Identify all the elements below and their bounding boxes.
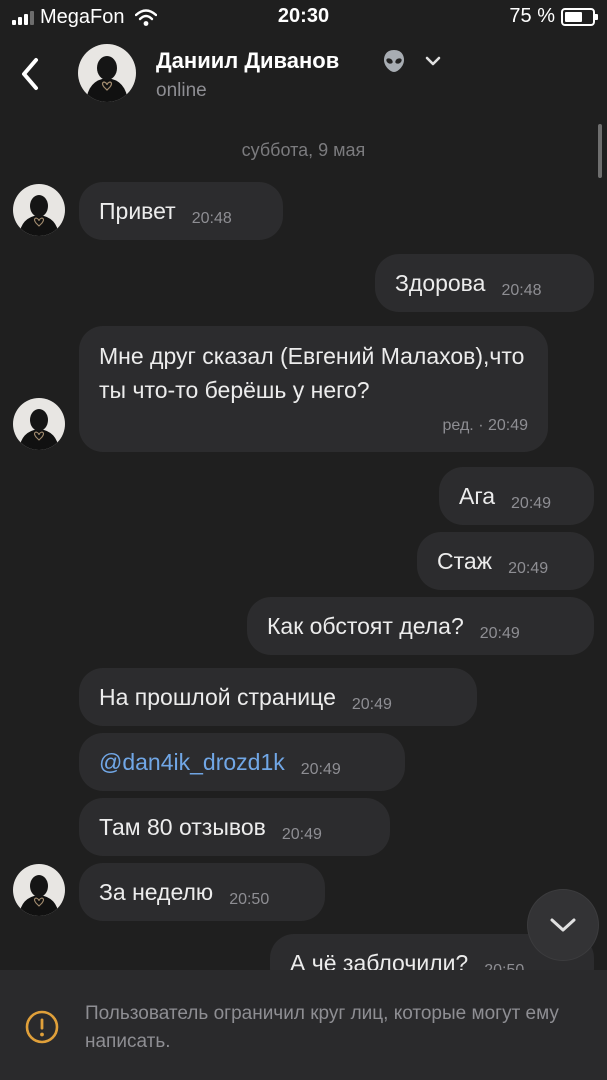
battery-icon: [561, 7, 598, 26]
message-text: Здорова: [395, 270, 486, 296]
message-time: 20:49: [281, 826, 322, 843]
contact-name[interactable]: Даниил Диванов: [156, 48, 339, 74]
message-text: Привет: [99, 198, 176, 224]
messaging-restricted-banner: Пользователь ограничил круг лиц, которые…: [0, 970, 607, 1080]
message-bubble-incoming[interactable]: Там 80 отзывов 20:49: [79, 798, 390, 856]
sender-avatar[interactable]: [13, 864, 65, 916]
chevron-down-icon: [550, 918, 576, 932]
message-time: 20:49: [300, 761, 341, 778]
message-text: Там 80 отзывов: [99, 814, 266, 840]
message-bubble-incoming[interactable]: На прошлой странице 20:49: [79, 668, 477, 726]
message-text: За неделю: [99, 879, 214, 905]
chevron-down-icon[interactable]: [423, 54, 443, 68]
warning-icon: [25, 1010, 59, 1044]
message-text: Ага: [459, 483, 496, 509]
back-chevron-icon[interactable]: [16, 54, 46, 94]
chat-header: Даниил Диванов online: [0, 34, 607, 124]
battery-percent: 75 %: [509, 5, 555, 27]
message-bubble-outgoing[interactable]: Ага 20:49: [439, 467, 594, 525]
date-separator: суббота, 9 мая: [241, 140, 366, 160]
message-time: 20:49: [508, 560, 549, 577]
message-time: 20:49: [511, 495, 552, 512]
message-bubble-outgoing[interactable]: Как обстоят дела? 20:49: [247, 597, 594, 655]
message-time: 20:48: [191, 210, 232, 227]
message-text: Стаж: [437, 548, 493, 574]
message-text: Мне друг сказал (Евгений Малахов),что ты…: [99, 343, 525, 403]
message-time: 20:50: [229, 891, 270, 908]
message-time: 20:49: [351, 696, 392, 713]
message-bubble-incoming[interactable]: Мне друг сказал (Евгений Малахов),что ты…: [79, 326, 548, 452]
contact-status: online: [156, 80, 207, 101]
battery-level: [565, 11, 582, 22]
scroll-to-bottom-button[interactable]: [528, 890, 598, 960]
message-bubble-incoming[interactable]: За неделю 20:50: [79, 863, 325, 921]
sender-avatar[interactable]: [13, 184, 65, 236]
message-text: А чё заблочили?: [290, 950, 469, 970]
message-link[interactable]: @dan4ik_drozd1k: [99, 749, 285, 775]
message-bubble-outgoing[interactable]: Стаж 20:49: [417, 532, 594, 590]
message-time: 20:48: [501, 282, 542, 299]
message-text: Как обстоят дела?: [267, 613, 464, 639]
sender-avatar[interactable]: [13, 398, 65, 450]
message-list[interactable]: суббота, 9 мая Привет 20:48 Здорова 20:48 …: [0, 124, 607, 970]
message-bubble-outgoing[interactable]: Здорова 20:48: [375, 254, 594, 312]
message-text: На прошлой странице: [99, 684, 336, 710]
avatar-image: [78, 44, 136, 102]
message-time: ред. · 20:49: [442, 417, 528, 434]
restriction-notice: Пользователь ограничил круг лиц, которые…: [85, 1003, 559, 1052]
message-bubble-incoming[interactable]: @dan4ik_drozd1k 20:49: [79, 733, 405, 791]
message-bubble-incoming[interactable]: Привет 20:48: [79, 182, 283, 240]
contact-avatar[interactable]: [78, 44, 136, 102]
message-time: 20:50: [484, 962, 524, 970]
status-bar: MegaFon 20:30 75 %: [0, 0, 607, 34]
status-bar-right: 75 %: [509, 5, 598, 28]
alien-icon: [384, 50, 404, 72]
message-time: 20:49: [479, 625, 520, 642]
